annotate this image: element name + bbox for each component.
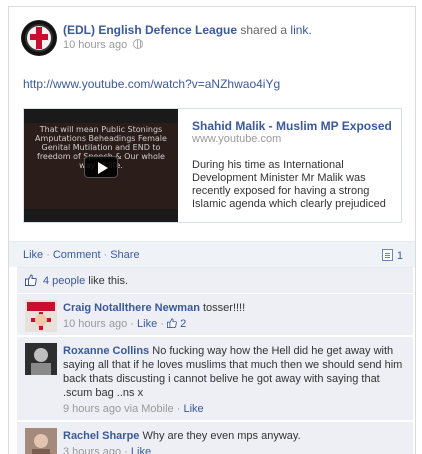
comment-body: Rachel Sharpe Why are they even mps anyw… <box>63 429 405 454</box>
likes-summary: 4 people like this. <box>17 267 413 293</box>
action-bar: Like · Comment · Share 1 <box>9 241 415 267</box>
comment-count-link[interactable]: 1 <box>381 249 403 262</box>
comment-time[interactable]: 9 hours ago via Mobile <box>63 403 174 415</box>
likes-people-link[interactable]: 4 people <box>43 275 85 287</box>
likes-text: 4 people like this. <box>43 275 128 287</box>
comment-count: 1 <box>396 250 403 262</box>
news-feed-story: (EDL) English Defence League shared a li… <box>8 6 416 454</box>
likes-suffix: like this. <box>88 275 129 287</box>
commenter-name[interactable]: Rachel Sharpe <box>63 430 139 442</box>
like-button[interactable]: Like <box>23 249 43 261</box>
comment-like-count[interactable]: 2 <box>180 318 186 330</box>
comment-item: Craig Notallthere Newman tosser!!!! 10 h… <box>17 293 413 335</box>
comment-text: tosser!!!! <box>202 302 246 314</box>
comment-like-button[interactable]: Like <box>137 318 157 330</box>
preview-title[interactable]: Shahid Malik - Muslim MP Exposed <box>192 119 392 133</box>
link-preview[interactable]: That will mean Public Stonings Amputatio… <box>23 108 402 223</box>
story-header: (EDL) English Defence League shared a li… <box>63 23 413 37</box>
globe-icon <box>133 39 144 49</box>
comment-icon <box>381 249 393 261</box>
video-thumbnail[interactable]: That will mean Public Stonings Amputatio… <box>24 109 178 222</box>
separator: · <box>103 249 108 261</box>
comment-button[interactable]: Comment <box>53 249 101 261</box>
commenter-name[interactable]: Craig Notallthere Newman <box>63 302 200 314</box>
commenter-avatar[interactable] <box>25 343 57 375</box>
commenter-avatar[interactable] <box>25 300 57 332</box>
separator: · <box>46 249 50 261</box>
comment-like-button[interactable]: Like <box>183 403 203 415</box>
comment-item: Rachel Sharpe Why are they even mps anyw… <box>17 421 413 454</box>
separator: · <box>176 403 181 415</box>
thumbs-up-icon <box>25 274 37 286</box>
shared-text: shared a <box>240 23 288 37</box>
play-icon[interactable] <box>84 156 118 178</box>
comment-body: Roxanne Collins No fucking way how the H… <box>63 344 405 416</box>
commenter-name[interactable]: Roxanne Collins <box>63 345 149 357</box>
page-name-link[interactable]: (EDL) English Defence League <box>63 23 237 37</box>
comment-item: Roxanne Collins No fucking way how the H… <box>17 336 413 420</box>
story-meta: 10 hours ago <box>63 38 144 52</box>
shared-url[interactable]: http://www.youtube.com/watch?v=aNZhwao4i… <box>23 77 280 91</box>
comment-meta: 3 hours ago · Like <box>63 445 405 454</box>
comment-time[interactable]: 10 hours ago <box>63 318 127 330</box>
comment-meta: 9 hours ago via Mobile · Like <box>63 402 405 416</box>
comment-text: Why are they even mps anyway. <box>142 430 301 442</box>
preview-domain: www.youtube.com <box>192 133 282 145</box>
comment-like-button[interactable]: Like <box>131 446 151 454</box>
share-button[interactable]: Share <box>110 249 139 261</box>
link-word[interactable]: link. <box>290 23 311 37</box>
preview-description: During his time as International Develop… <box>192 159 386 210</box>
commenter-avatar[interactable] <box>25 428 57 454</box>
separator: · <box>124 446 128 454</box>
separator: · <box>130 318 134 330</box>
separator: · <box>160 318 164 330</box>
story-time[interactable]: 10 hours ago <box>63 39 127 51</box>
page-avatar[interactable] <box>21 20 57 56</box>
comment-meta: 10 hours ago · Like · 2 <box>63 317 405 331</box>
thumbnail-image: That will mean Public Stonings Amputatio… <box>24 123 178 209</box>
comment-body: Craig Notallthere Newman tosser!!!! 10 h… <box>63 301 405 331</box>
comment-time[interactable]: 3 hours ago <box>63 446 121 454</box>
thumbs-up-icon <box>167 318 177 328</box>
